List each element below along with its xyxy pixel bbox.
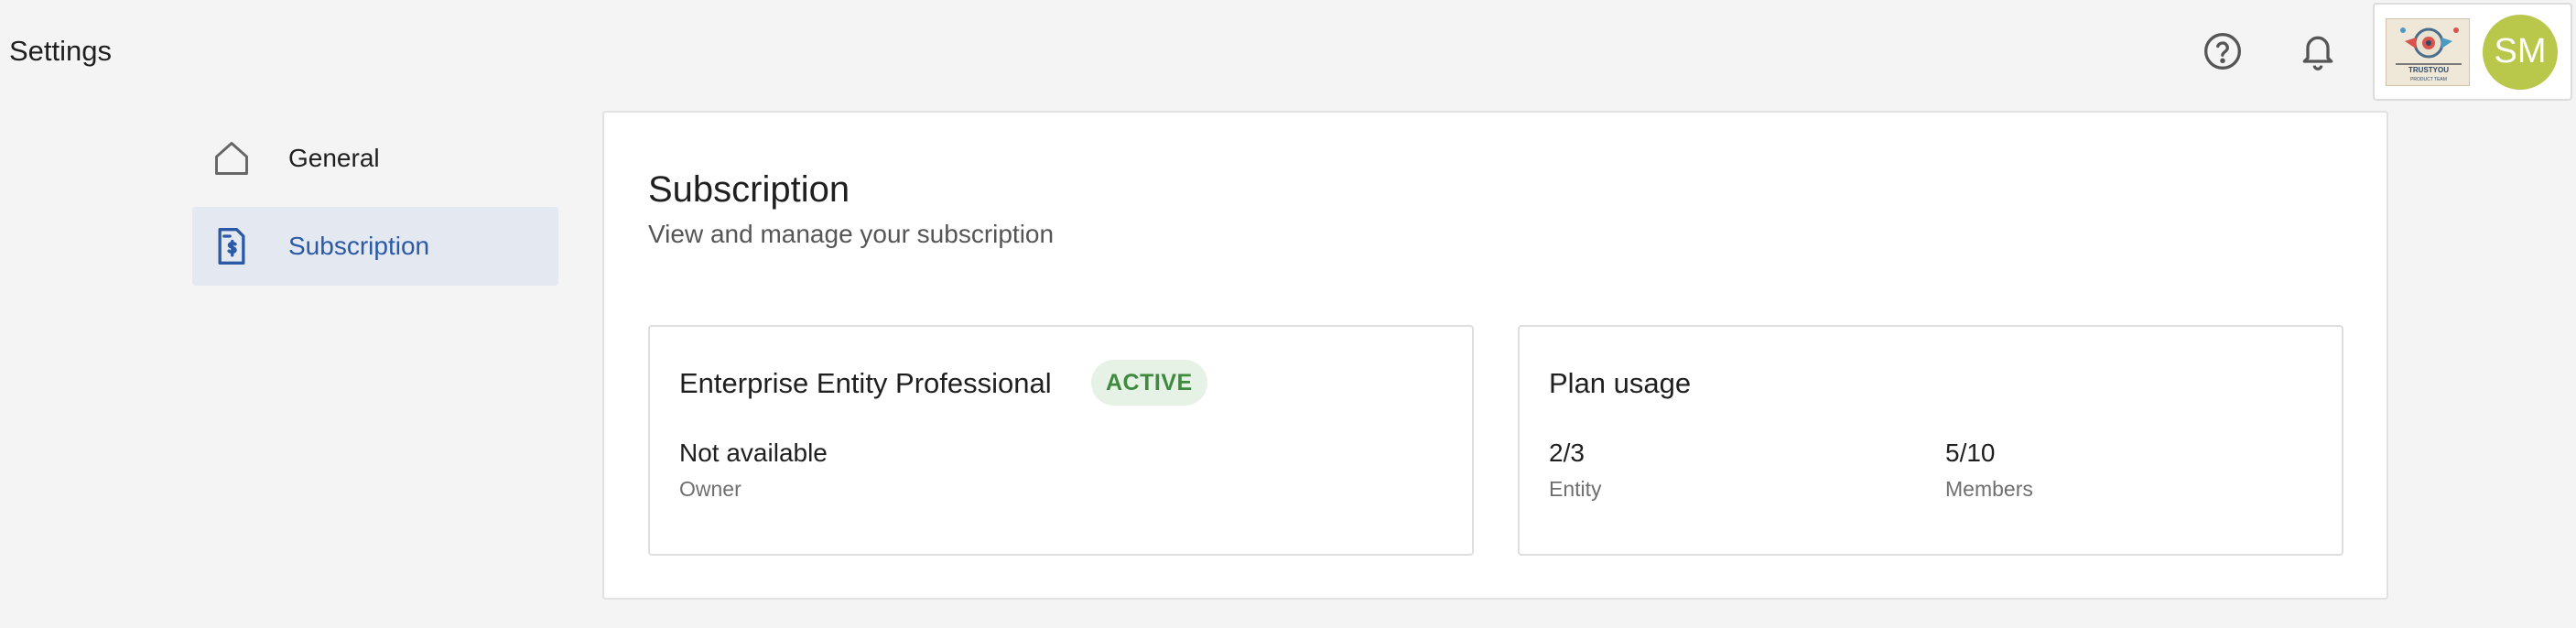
- plan-card: Enterprise Entity Professional ACTIVE No…: [648, 325, 1474, 556]
- notifications-button[interactable]: [2294, 27, 2342, 75]
- help-button[interactable]: [2199, 27, 2246, 75]
- account-switcher[interactable]: TRUSTYOU PRODUCT TEAM SM: [2373, 3, 2572, 101]
- org-logo-text: TRUSTYOU: [2408, 66, 2449, 74]
- owner-value: Not available: [679, 439, 828, 467]
- sidebar-item-general[interactable]: General: [192, 119, 558, 198]
- organization-logo-image: TRUSTYOU PRODUCT TEAM: [2387, 18, 2469, 85]
- entity-usage-value: 2/3: [1549, 439, 1585, 467]
- page-title: Settings: [9, 35, 113, 67]
- plan-usage-card: Plan usage 2/3 Entity 5/10 Members: [1518, 325, 2343, 556]
- sidebar-item-label: General: [288, 144, 380, 172]
- members-usage-label: Members: [1945, 477, 2033, 501]
- help-circle-icon: [2204, 33, 2241, 70]
- org-logo-subtext: PRODUCT TEAM: [2410, 77, 2447, 82]
- sidebar-item-subscription[interactable]: Subscription: [192, 207, 558, 286]
- status-badge: ACTIVE: [1091, 360, 1207, 406]
- organization-logo: TRUSTYOU PRODUCT TEAM: [2386, 17, 2470, 86]
- owner-label: Owner: [679, 477, 741, 501]
- sidebar-item-label: Subscription: [288, 232, 430, 260]
- avatar[interactable]: SM: [2483, 14, 2558, 90]
- home-icon: [211, 137, 253, 179]
- subscription-panel: Subscription View and manage your subscr…: [602, 111, 2388, 600]
- bell-icon: [2302, 36, 2333, 70]
- plan-name: Enterprise Entity Professional: [679, 367, 1052, 399]
- section-title: Subscription: [648, 169, 850, 210]
- entity-usage-label: Entity: [1549, 477, 1602, 501]
- members-usage-value: 5/10: [1945, 439, 1996, 467]
- section-subtitle: View and manage your subscription: [648, 220, 1055, 248]
- settings-sidebar: General Subscription: [192, 119, 558, 295]
- invoice-dollar-icon: [211, 225, 253, 267]
- plan-usage-title: Plan usage: [1549, 367, 1692, 399]
